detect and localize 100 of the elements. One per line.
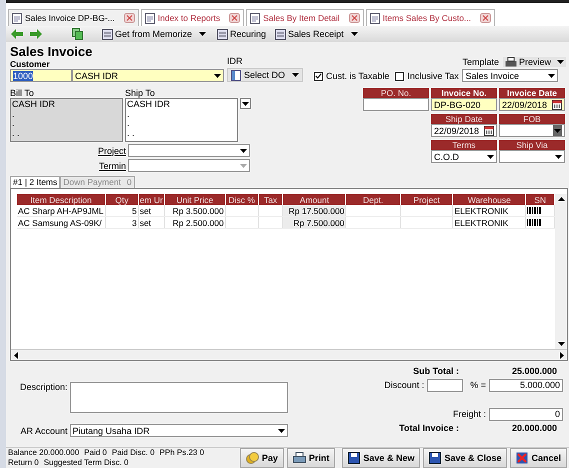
customer-code-field[interactable]: 1000 (10, 69, 72, 82)
table-cell: set (138, 205, 164, 216)
caret-icon[interactable] (214, 74, 221, 78)
close-icon[interactable] (229, 13, 240, 23)
caret-icon[interactable] (487, 154, 494, 158)
document-icon (102, 28, 113, 40)
select-do-button[interactable]: Select DO (227, 68, 304, 82)
caret-icon[interactable] (199, 32, 206, 36)
bill-to-label: Bill To (10, 88, 35, 98)
ar-account-dropdown[interactable]: Piutang Usaha IDR (70, 424, 288, 437)
document-tab[interactable]: Sales By Item Detail (246, 9, 364, 26)
customer-label: Customer (10, 59, 51, 69)
field-header: Terms (431, 140, 497, 150)
input-field[interactable] (499, 150, 565, 163)
column-header: Dept. (346, 194, 400, 205)
freight-field[interactable]: 0 (489, 408, 563, 420)
scroll-up-icon[interactable] (558, 197, 565, 201)
scroll-down-icon[interactable] (558, 342, 565, 346)
caret-icon[interactable] (350, 32, 358, 36)
table-cell: set (138, 216, 164, 228)
caret-icon (292, 73, 300, 77)
table-cell: AC Samsung AS-09K/ (17, 216, 106, 228)
horizontal-scrollbar[interactable] (11, 349, 567, 360)
printer-icon (292, 452, 306, 464)
close-icon[interactable] (348, 13, 360, 23)
scroll-left-icon[interactable] (14, 352, 18, 358)
input-field[interactable] (499, 124, 565, 137)
template-dropdown[interactable]: Sales Invoice (462, 69, 558, 82)
column-header: em Ur (138, 194, 164, 205)
input-field[interactable]: 22/09/2018 (431, 124, 497, 137)
document-icon (231, 70, 241, 80)
calendar-icon[interactable] (484, 126, 494, 136)
section-tab[interactable]: #1 | 2 Items (10, 176, 60, 188)
customer-name-field[interactable]: CASH IDR (72, 69, 224, 82)
column-header: Qty (105, 194, 138, 205)
toolbar-button[interactable]: Sales Receipt (273, 28, 346, 40)
table-cell: 3 (105, 216, 138, 228)
caret-icon[interactable] (548, 74, 556, 78)
input-field[interactable]: 22/09/2018 (499, 98, 565, 111)
checkbox[interactable] (314, 72, 324, 80)
field-header: PO. No. (363, 88, 429, 98)
field-header: Invoice Date (499, 88, 565, 98)
status-text: Paid Disc. 0 (112, 448, 155, 458)
forward-arrow-icon[interactable] (29, 28, 43, 40)
status-text: Balance 20.000.000 (8, 448, 80, 458)
input-field[interactable] (363, 98, 429, 111)
column-header: Tax (258, 194, 283, 205)
back-arrow-icon[interactable] (10, 28, 24, 40)
caret-icon[interactable] (278, 428, 285, 432)
checkbox-label: Cust. is Taxable (326, 71, 390, 81)
dropdown-button-icon[interactable] (553, 125, 562, 136)
scroll-right-icon[interactable] (560, 352, 564, 358)
column-header: Amount (282, 194, 346, 205)
document-icon (144, 12, 155, 24)
discount-amount-field[interactable]: 5.000.000 (489, 378, 563, 392)
document-tab[interactable]: Sales Invoice DP-BG-... (8, 9, 139, 26)
document-icon (370, 12, 380, 24)
column-header: Unit Price (164, 194, 226, 205)
input-field[interactable]: C.O.D (431, 150, 497, 163)
toolbar-button[interactable]: Recuring (215, 28, 268, 40)
document-icon (217, 28, 228, 40)
bill-to-field[interactable]: CASH IDR . . . . (10, 98, 123, 142)
checkbox[interactable] (395, 72, 404, 80)
cancel-icon (516, 452, 528, 464)
close-icon[interactable] (480, 13, 492, 23)
action-button[interactable]: Pay (240, 448, 284, 468)
column-header: SN (526, 194, 555, 205)
printer-icon (504, 57, 517, 67)
table-cell: ELEKTRONIK (452, 216, 526, 228)
action-button[interactable]: Save & New (342, 448, 420, 468)
table-cell: Rp 2.500.000 (164, 216, 226, 228)
column-header: Item Description (17, 194, 106, 205)
caret-icon (242, 102, 249, 106)
document-tab[interactable]: Index to Reports (140, 9, 244, 26)
action-button[interactable]: Print (286, 448, 336, 468)
action-button[interactable]: Save & Close (423, 448, 508, 468)
close-icon[interactable] (124, 13, 135, 23)
copy-icon[interactable] (72, 28, 83, 40)
table-cell: Rp 3.500.000 (164, 205, 226, 216)
form-title: Sales Invoice (10, 44, 94, 59)
coins-icon (246, 452, 259, 464)
description-label: Description: (20, 382, 68, 392)
barcode-icon (527, 206, 542, 214)
table-cell: 5 (105, 205, 138, 216)
vertical-scrollbar[interactable] (555, 194, 567, 349)
calendar-icon[interactable] (552, 100, 562, 110)
caret-icon[interactable] (240, 148, 247, 152)
document-tab[interactable]: Items Sales By Custo... (366, 9, 496, 26)
document-icon (275, 28, 286, 40)
dropdown-button[interactable] (240, 98, 251, 109)
discount-percent-field[interactable] (427, 378, 464, 392)
caret-icon[interactable] (555, 154, 562, 158)
description-field[interactable] (70, 382, 288, 413)
ar-account-label: AR Account (20, 426, 68, 436)
action-button[interactable]: Cancel (510, 448, 567, 468)
preview-button[interactable]: Preview (502, 57, 566, 67)
ship-to-field[interactable]: CASH IDR . . . . (125, 98, 238, 142)
toolbar-button[interactable]: Get from Memorize (100, 28, 194, 40)
column-header: Disc % (225, 194, 258, 205)
input-field[interactable]: DP-BG-020 (431, 98, 497, 111)
